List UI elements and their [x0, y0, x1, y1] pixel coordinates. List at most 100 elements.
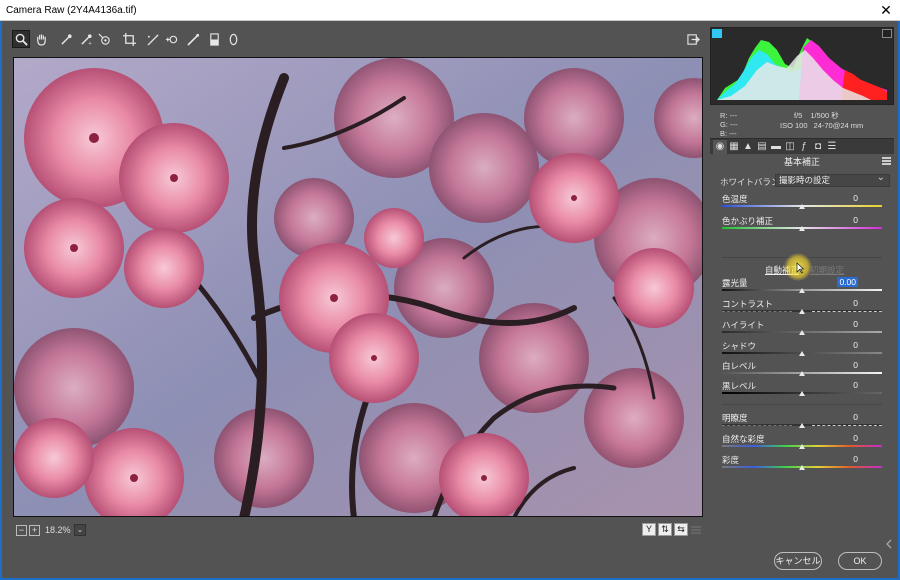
radial-filter-icon[interactable]: [224, 30, 242, 48]
aperture: f/5: [794, 111, 803, 120]
swap-button[interactable]: ⇆: [674, 523, 688, 536]
slider-tint[interactable]: 色かぶり補正 0: [722, 215, 882, 235]
compare-button[interactable]: ⇅: [658, 523, 672, 536]
slider-value[interactable]: 0: [853, 193, 858, 203]
image-preview[interactable]: [13, 57, 703, 517]
spot-removal-tool-icon[interactable]: [162, 30, 180, 48]
zoom-out-button[interactable]: −: [16, 525, 27, 536]
slider-label: 色温度: [722, 194, 748, 204]
b-label: B:: [720, 129, 728, 138]
b-value: ---: [729, 129, 737, 138]
slider-label: 自然な彩度: [722, 434, 765, 444]
tab-lens-icon[interactable]: ◫: [783, 140, 797, 154]
tab-basic-icon[interactable]: ◉: [713, 140, 727, 154]
zoom-in-button[interactable]: +: [29, 525, 40, 536]
highlight-clipping-warning-icon[interactable]: [882, 29, 892, 38]
hand-tool-icon[interactable]: [32, 30, 50, 48]
slider-label: 黒レベル: [722, 381, 757, 391]
histogram-graph: [717, 38, 887, 100]
slider-vibrance[interactable]: 自然な彩度 0: [722, 433, 882, 453]
camera-raw-frame: + − + 18.2% ⌄ Y ⇅ ⇆ R: --- G: --- B: ---…: [0, 21, 900, 580]
white-balance-tool-icon[interactable]: [57, 30, 75, 48]
slider-thumb[interactable]: [799, 423, 805, 428]
tab-hsl-icon[interactable]: ▤: [755, 140, 769, 154]
slider-thumb[interactable]: [799, 391, 805, 396]
slider-temperature[interactable]: 色温度 0: [722, 193, 882, 213]
slider-highlights[interactable]: ハイライト 0: [722, 319, 882, 339]
window-titlebar: Camera Raw (2Y4A4136a.tif) ✕: [0, 0, 900, 21]
slider-thumb[interactable]: [799, 288, 805, 293]
slider-label: シャドウ: [722, 341, 757, 351]
slider-value[interactable]: 0: [853, 433, 858, 443]
lens-focal: 24-70@24 mm: [813, 121, 864, 130]
preview-bottom-bar: − + 18.2% ⌄ Y ⇅ ⇆: [12, 523, 704, 541]
g-value: ---: [730, 120, 738, 129]
default-link[interactable]: 初期設定: [810, 264, 844, 276]
shutter-speed: 1/500 秒: [810, 111, 839, 120]
slider-label: 白レベル: [722, 361, 757, 371]
crop-tool-icon[interactable]: [120, 30, 138, 48]
slider-thumb[interactable]: [799, 371, 805, 376]
iso: ISO 100: [780, 121, 808, 130]
tab-split-toning-icon[interactable]: ▬: [769, 140, 783, 154]
white-balance-select[interactable]: 撮影時の設定: [775, 172, 890, 187]
slider-label: 明瞭度: [722, 413, 748, 423]
slider-value[interactable]: 0: [853, 454, 858, 464]
slider-blacks[interactable]: 黒レベル 0: [722, 380, 882, 400]
slider-thumb[interactable]: [799, 444, 805, 449]
slider-thumb[interactable]: [799, 226, 805, 231]
close-icon[interactable]: ✕: [872, 0, 900, 21]
ok-button[interactable]: OK: [838, 552, 882, 570]
color-sampler-tool-icon[interactable]: +: [77, 30, 95, 48]
tab-camera-calibration-icon[interactable]: ◘: [811, 140, 825, 154]
slider-value[interactable]: 0: [853, 340, 858, 350]
slider-label: 色かぶり補正: [722, 216, 774, 226]
slider-thumb[interactable]: [799, 204, 805, 209]
slider-whites[interactable]: 白レベル 0: [722, 360, 882, 380]
mouse-cursor-icon: [796, 262, 805, 274]
slider-contrast[interactable]: コントラスト 0: [722, 298, 882, 318]
slider-label: コントラスト: [722, 299, 773, 309]
preview-preferences-icon[interactable]: [690, 524, 702, 536]
slider-thumb[interactable]: [799, 330, 805, 335]
g-label: G:: [720, 120, 728, 129]
slider-value[interactable]: 0: [853, 298, 858, 308]
straighten-tool-icon[interactable]: [144, 30, 162, 48]
tab-presets-icon[interactable]: ☰: [825, 140, 839, 154]
targeted-adjustment-tool-icon[interactable]: [95, 30, 113, 48]
histogram: [710, 27, 894, 105]
r-value: ---: [729, 111, 738, 120]
cherry-blossom-photo: [14, 58, 702, 516]
slider-thumb[interactable]: [799, 309, 805, 314]
cancel-button[interactable]: キャンセル: [774, 552, 822, 570]
open-preferences-icon[interactable]: [684, 30, 702, 48]
tab-tone-curve-icon[interactable]: ▦: [727, 140, 741, 154]
view-mode-y-button[interactable]: Y: [642, 523, 656, 536]
slider-value[interactable]: 0: [853, 360, 858, 370]
panel-scroll-left-icon[interactable]: [885, 538, 893, 550]
window-title: Camera Raw (2Y4A4136a.tif): [6, 5, 137, 16]
slider-value[interactable]: 0.00: [837, 277, 858, 287]
red-eye-tool-icon[interactable]: [184, 30, 202, 48]
slider-label: 露光量: [722, 278, 748, 288]
slider-thumb[interactable]: [799, 351, 805, 356]
white-balance-row: ホワイトバランス： 撮影時の設定: [720, 172, 890, 188]
slider-value[interactable]: 0: [853, 215, 858, 225]
slider-saturation[interactable]: 彩度 0: [722, 454, 882, 474]
tab-effects-icon[interactable]: ƒ: [797, 140, 811, 154]
slider-thumb[interactable]: [799, 465, 805, 470]
shadow-clipping-warning-icon[interactable]: [712, 29, 722, 38]
slider-value[interactable]: 0: [853, 380, 858, 390]
panel-menu-icon[interactable]: [882, 157, 891, 165]
slider-value[interactable]: 0: [853, 412, 858, 422]
zoom-dropdown-button[interactable]: ⌄: [74, 524, 86, 536]
graduated-filter-icon[interactable]: [205, 30, 223, 48]
toolbar: +: [12, 30, 702, 50]
zoom-level: 18.2%: [45, 525, 71, 535]
zoom-tool-icon[interactable]: [12, 30, 30, 48]
slider-clarity[interactable]: 明瞭度 0: [722, 412, 882, 432]
r-label: R:: [720, 111, 728, 120]
slider-shadows[interactable]: シャドウ 0: [722, 340, 882, 360]
tab-detail-icon[interactable]: ▲: [741, 140, 755, 154]
slider-value[interactable]: 0: [853, 319, 858, 329]
